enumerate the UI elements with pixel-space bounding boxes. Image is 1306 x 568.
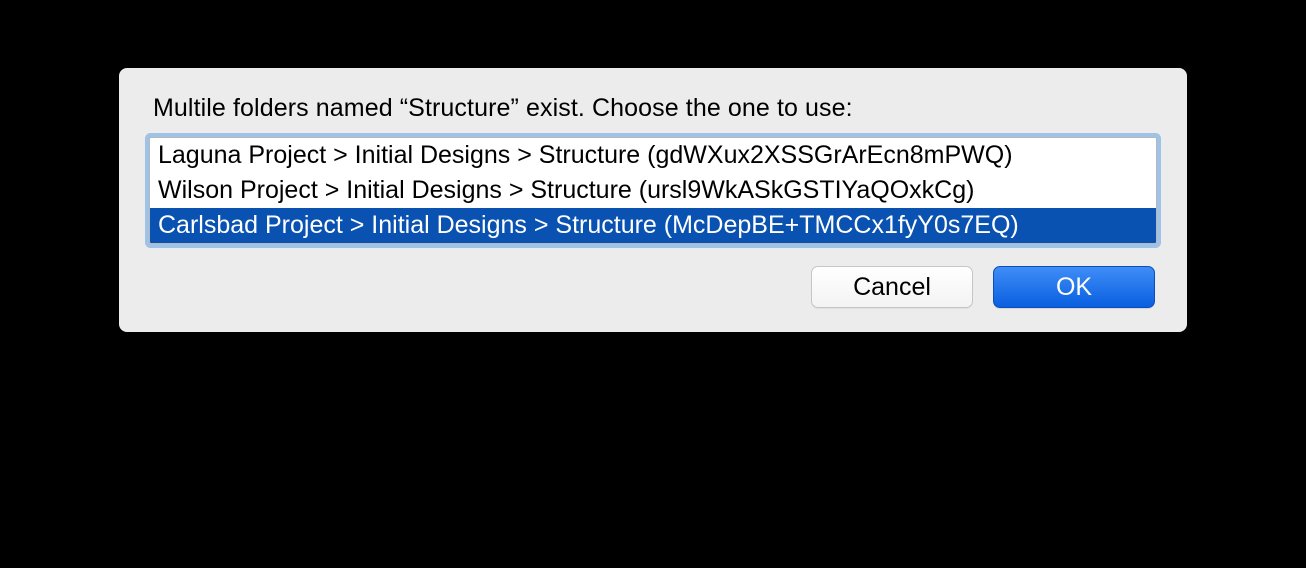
backdrop: Multile folders named “Structure” exist.… bbox=[0, 0, 1306, 568]
list-item[interactable]: Wilson Project > Initial Designs > Struc… bbox=[150, 173, 1156, 208]
folder-listbox[interactable]: Laguna Project > Initial Designs > Struc… bbox=[149, 137, 1157, 244]
dialog-button-row: Cancel OK bbox=[149, 266, 1157, 308]
ok-button[interactable]: OK bbox=[993, 266, 1155, 308]
dialog-prompt: Multile folders named “Structure” exist.… bbox=[153, 94, 1157, 123]
cancel-button[interactable]: Cancel bbox=[811, 266, 973, 308]
folder-chooser-dialog: Multile folders named “Structure” exist.… bbox=[119, 68, 1187, 332]
list-item[interactable]: Laguna Project > Initial Designs > Struc… bbox=[150, 138, 1156, 173]
list-item[interactable]: Carlsbad Project > Initial Designs > Str… bbox=[150, 208, 1156, 243]
